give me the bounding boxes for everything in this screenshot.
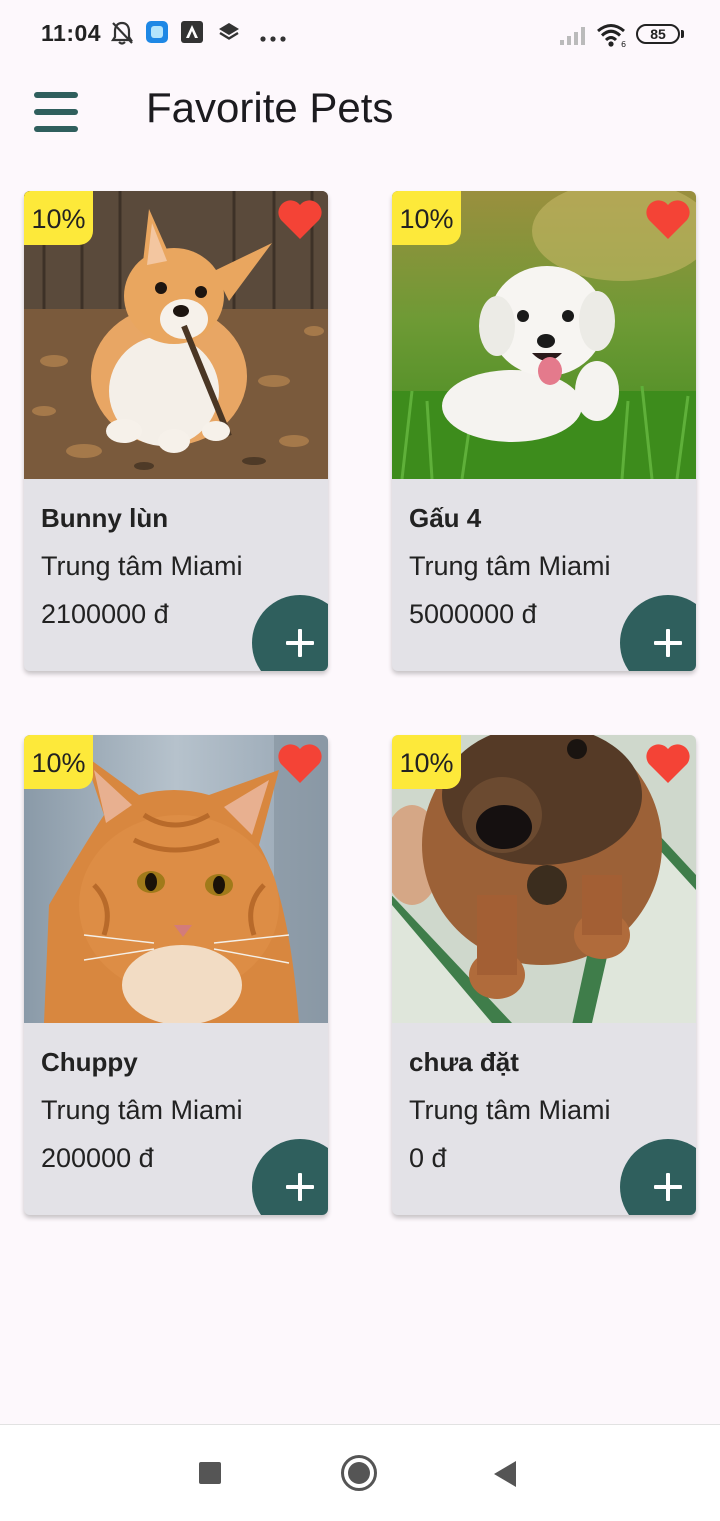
pet-name: Gấu 4 — [409, 503, 482, 533]
pet-card[interactable]: 10% Chuppy Trung tâm Miami 200000 đ — [24, 735, 328, 1215]
pet-price: 5000000 đ — [409, 599, 537, 629]
heart-icon[interactable] — [644, 197, 692, 241]
pet-photo: 10% — [24, 191, 328, 479]
page-title: Favorite Pets — [146, 84, 394, 131]
pet-name: Chuppy — [41, 1047, 138, 1077]
heart-icon[interactable] — [644, 741, 692, 785]
add-to-cart-button[interactable] — [252, 595, 328, 671]
pet-location: Trung tâm Miami — [41, 1095, 243, 1125]
battery-icon: 85 — [636, 24, 684, 44]
pet-card[interactable]: 10% Gấu 4 Trung tâm Miami 5000000 đ — [392, 191, 696, 671]
pet-photo: 10% — [392, 191, 696, 479]
pet-name: Bunny lùn — [41, 503, 169, 533]
pet-photo: 10% — [24, 735, 328, 1023]
pet-card[interactable]: 10% chưa đặt Trung tâm Miami 0 đ — [392, 735, 696, 1215]
discount-badge: 10% — [24, 191, 93, 245]
pet-location: Trung tâm Miami — [409, 1095, 611, 1125]
square-icon[interactable] — [199, 1462, 221, 1484]
discount-badge: 10% — [24, 735, 93, 789]
pet-location: Trung tâm Miami — [409, 551, 611, 581]
pet-price: 200000 đ — [41, 1143, 154, 1173]
app-icon — [180, 20, 204, 49]
pet-card[interactable]: 10% Bunny lùn Trung tâm Miami 2100000 đ — [24, 191, 328, 671]
heart-icon[interactable] — [276, 741, 324, 785]
layers-icon — [217, 20, 241, 49]
add-to-cart-button[interactable] — [620, 595, 696, 671]
heart-icon[interactable] — [276, 197, 324, 241]
more-icon — [259, 30, 287, 48]
svg-text:6: 6 — [621, 40, 626, 48]
status-time: 11:04 — [41, 20, 102, 46]
pet-photo: 10% — [392, 735, 696, 1023]
navigation-bar — [0, 1424, 720, 1521]
app-icon — [145, 20, 169, 49]
discount-badge: 10% — [392, 735, 461, 789]
signal-icon — [559, 24, 589, 51]
menu-icon[interactable] — [34, 92, 78, 132]
notifications-off-icon — [110, 20, 134, 51]
add-to-cart-button[interactable] — [252, 1139, 328, 1215]
triangle-back-icon[interactable] — [494, 1461, 516, 1487]
pet-price: 0 đ — [409, 1143, 447, 1173]
wifi-icon: 6 — [596, 22, 628, 53]
pet-name: chưa đặt — [409, 1047, 519, 1077]
discount-badge: 10% — [392, 191, 461, 245]
app-bar: Favorite Pets — [0, 70, 720, 150]
status-bar: 11:04 6 85 — [0, 0, 720, 70]
add-to-cart-button[interactable] — [620, 1139, 696, 1215]
pet-location: Trung tâm Miami — [41, 551, 243, 581]
pet-price: 2100000 đ — [41, 599, 169, 629]
circle-icon[interactable] — [341, 1455, 377, 1491]
